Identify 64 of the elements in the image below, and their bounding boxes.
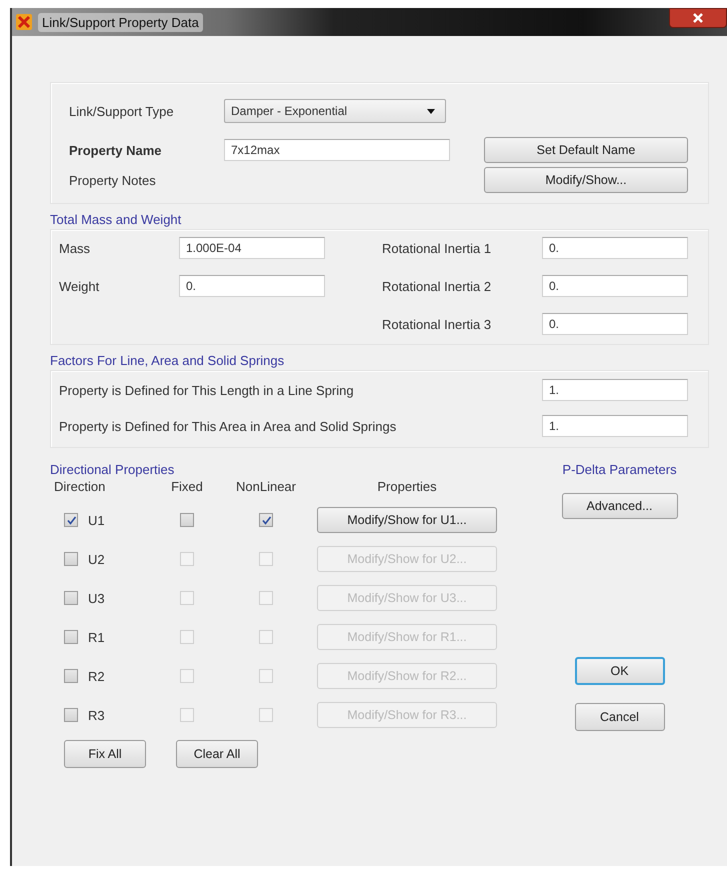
section-title: Directional Properties xyxy=(50,462,176,477)
nonlinear-checkbox[interactable] xyxy=(259,552,273,566)
fixed-checkbox[interactable] xyxy=(180,591,194,605)
field-label: Property is Defined for This Area in Area and Solid Springs xyxy=(59,418,396,434)
nonlinear-checkbox[interactable] xyxy=(259,630,273,644)
fixed-checkbox[interactable] xyxy=(180,513,194,527)
nonlinear-checkbox[interactable] xyxy=(259,513,273,527)
field-label: Mass xyxy=(59,240,92,256)
column-header: Properties xyxy=(377,479,437,494)
input-field[interactable]: 0. xyxy=(542,313,688,335)
dropdown-arrow-icon xyxy=(427,108,435,114)
close-button[interactable] xyxy=(669,8,727,28)
direction-checkbox[interactable] xyxy=(64,669,78,683)
nonlinear-checkbox[interactable] xyxy=(259,708,273,722)
input-field[interactable]: 1. xyxy=(542,415,688,437)
fixed-checkbox[interactable] xyxy=(180,630,194,644)
column-header: NonLinear xyxy=(236,479,296,494)
direction-label: U2 xyxy=(88,552,105,566)
fixed-checkbox[interactable] xyxy=(180,552,194,566)
modify-show-button[interactable]: Modify/Show for U1... xyxy=(317,507,497,533)
field-label: Rotational Inertia 2 xyxy=(382,278,492,294)
field-label: Weight xyxy=(59,278,100,294)
section-title: Factors For Line, Area and Solid Springs xyxy=(50,353,286,368)
type-dropdown[interactable]: Damper - Exponential xyxy=(224,99,446,123)
field-label: Property Name xyxy=(69,142,162,158)
column-header: Direction xyxy=(54,479,106,494)
direction-checkbox[interactable] xyxy=(64,708,78,722)
property-name-field[interactable]: 7x12max xyxy=(224,139,450,161)
ok-button[interactable]: OK xyxy=(574,657,664,685)
cancel-button[interactable]: Cancel xyxy=(574,703,664,731)
window-title: Link/Support Property Data xyxy=(38,12,203,32)
direction-label: R3 xyxy=(88,708,105,722)
field-label: Property is Defined for This Length in a Line Spring xyxy=(59,382,354,398)
fixed-checkbox[interactable] xyxy=(180,708,194,722)
direction-checkbox[interactable] xyxy=(64,591,78,605)
direction-label: U1 xyxy=(88,512,105,528)
direction-checkbox[interactable] xyxy=(64,552,78,566)
direction-checkbox[interactable] xyxy=(64,630,78,644)
input-field[interactable]: 0. xyxy=(179,275,325,297)
action-button[interactable]: Clear All xyxy=(176,740,258,768)
field-label: Rotational Inertia 1 xyxy=(382,240,492,256)
app-icon xyxy=(16,14,32,30)
action-button[interactable]: Fix All xyxy=(64,740,146,768)
direction-label: U3 xyxy=(88,590,105,606)
set-default-name-button[interactable]: Set Default Name xyxy=(484,137,688,163)
nonlinear-checkbox[interactable] xyxy=(259,669,273,683)
input-field[interactable]: 0. xyxy=(542,275,688,297)
fixed-checkbox[interactable] xyxy=(180,669,194,683)
field-label: Link/Support Type xyxy=(69,104,175,118)
section-title: P-Delta Parameters xyxy=(562,462,677,477)
input-field[interactable]: 0. xyxy=(542,237,688,259)
advanced-button[interactable]: Advanced... xyxy=(562,493,678,519)
direction-label: R1 xyxy=(88,630,105,644)
direction-label: R2 xyxy=(88,668,105,684)
column-header: Fixed xyxy=(171,479,203,494)
close-icon xyxy=(692,12,704,24)
modify-show-button[interactable]: Modify/Show... xyxy=(484,167,688,193)
nonlinear-checkbox[interactable] xyxy=(259,591,273,605)
input-field[interactable]: 1.000E-04 xyxy=(179,237,325,259)
field-label: Rotational Inertia 3 xyxy=(382,316,492,332)
section-title: Total Mass and Weight xyxy=(50,212,182,227)
direction-checkbox[interactable] xyxy=(64,513,78,527)
field-label: Property Notes xyxy=(69,172,156,188)
input-field[interactable]: 1. xyxy=(542,379,688,401)
